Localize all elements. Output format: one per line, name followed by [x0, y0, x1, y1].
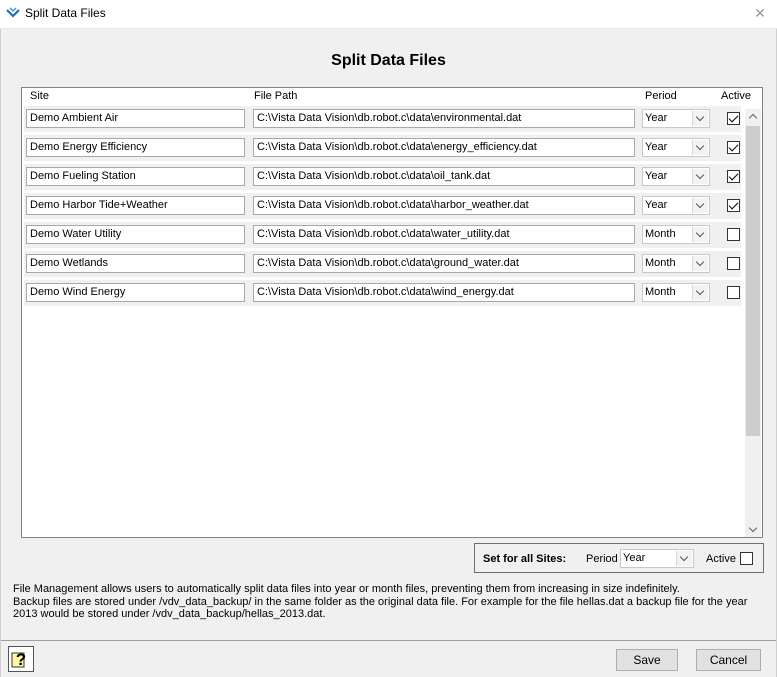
chevron-down-icon[interactable]	[692, 198, 708, 213]
set-all-period-label: Period	[586, 553, 618, 565]
active-checkbox[interactable]	[727, 170, 740, 183]
period-select[interactable]: Month	[642, 225, 710, 244]
site-name-field[interactable]: Demo Fueling Station	[26, 167, 245, 186]
period-select[interactable]: Month	[642, 283, 710, 302]
chevron-down-icon[interactable]	[676, 551, 692, 566]
info-line: File Management allows users to automati…	[13, 583, 680, 595]
site-name-field[interactable]: Demo Wetlands	[26, 254, 245, 273]
column-header-file-path: File Path	[254, 90, 298, 102]
table-row: Demo Harbor Tide+Weather C:\Vista Data Vi…	[24, 193, 741, 219]
file-path-field[interactable]: C:\Vista Data Vision\db.robot.c\data\gro…	[253, 254, 635, 273]
site-name-field[interactable]: Demo Wind Energy	[26, 283, 245, 302]
vertical-scrollbar[interactable]	[745, 109, 761, 537]
site-name-field[interactable]: Demo Harbor Tide+Weather	[26, 196, 245, 215]
scroll-down-icon[interactable]	[745, 521, 761, 537]
file-path-field[interactable]: C:\Vista Data Vision\db.robot.c\data\har…	[253, 196, 635, 215]
set-all-period-value: Year	[623, 552, 646, 564]
check-icon	[728, 170, 739, 181]
chevron-down-icon[interactable]	[692, 285, 708, 300]
file-path-field[interactable]: C:\Vista Data Vision\db.robot.c\data\wat…	[253, 225, 635, 244]
file-path-field[interactable]: C:\Vista Data Vision\db.robot.c\data\win…	[253, 283, 635, 302]
check-icon	[728, 199, 739, 210]
set-all-active-checkbox[interactable]	[740, 552, 753, 565]
site-name-field[interactable]: Demo Energy Efficiency	[26, 138, 245, 157]
period-value: Year	[645, 112, 668, 124]
vista-data-vision-icon	[6, 7, 20, 18]
file-path-field[interactable]: C:\Vista Data Vision\db.robot.c\data\oil…	[253, 167, 635, 186]
table-row: Demo Ambient Air C:\Vista Data Vision\db.…	[24, 106, 741, 132]
active-checkbox[interactable]	[727, 286, 740, 299]
table-row: Demo Wetlands C:\Vista Data Vision\db.rob…	[24, 251, 741, 277]
set-all-active-label: Active	[706, 553, 736, 565]
footer-divider	[1, 640, 776, 641]
info-text: File Management allows users to automati…	[13, 583, 763, 621]
period-select[interactable]: Year	[642, 196, 710, 215]
page-title: Split Data Files	[331, 52, 446, 69]
info-line: Backup files are stored under /vdv_data_…	[13, 595, 748, 621]
period-select[interactable]: Year	[642, 109, 710, 128]
help-question-icon[interactable]: ?	[8, 646, 34, 672]
period-value: Year	[645, 141, 668, 153]
table-row: Demo Energy Efficiency C:\Vista Data Visi…	[24, 135, 741, 161]
file-path-field[interactable]: C:\Vista Data Vision\db.robot.c\data\ene…	[253, 138, 635, 157]
period-value: Month	[645, 257, 676, 269]
chevron-down-icon[interactable]	[692, 227, 708, 242]
window-border-left	[0, 29, 1, 677]
column-header-site: Site	[30, 90, 49, 102]
active-checkbox[interactable]	[727, 257, 740, 270]
chevron-down-icon[interactable]	[692, 256, 708, 271]
check-icon	[728, 112, 739, 123]
active-checkbox[interactable]	[727, 228, 740, 241]
table-row: Demo Fueling Station C:\Vista Data Vision…	[24, 164, 741, 190]
window-title: Split Data Files	[25, 6, 106, 20]
table-row: Demo Wind Energy C:\Vista Data Vision\db.…	[24, 280, 741, 306]
period-select[interactable]: Month	[642, 254, 710, 273]
table-row: Demo Water Utility C:\Vista Data Vision\d…	[24, 222, 741, 248]
period-value: Month	[645, 228, 676, 240]
column-header-active: Active	[721, 90, 751, 102]
file-path-field[interactable]: C:\Vista Data Vision\db.robot.c\data\env…	[253, 109, 635, 128]
active-checkbox[interactable]	[727, 199, 740, 212]
set-all-sites-panel: Set for all Sites: Period Year Active	[474, 543, 764, 573]
period-value: Year	[645, 170, 668, 182]
title-bar: Split Data Files ✕	[0, 0, 777, 28]
site-name-field[interactable]: Demo Ambient Air	[26, 109, 245, 128]
active-checkbox[interactable]	[727, 141, 740, 154]
chevron-down-icon[interactable]	[692, 111, 708, 126]
period-select[interactable]: Year	[642, 167, 710, 186]
period-value: Month	[645, 286, 676, 298]
site-name-field[interactable]: Demo Water Utility	[26, 225, 245, 244]
scroll-up-icon[interactable]	[745, 109, 761, 125]
chevron-down-icon[interactable]	[692, 140, 708, 155]
column-header-period: Period	[645, 90, 677, 102]
set-all-sites-label: Set for all Sites:	[483, 553, 567, 565]
active-checkbox[interactable]	[727, 112, 740, 125]
svg-text:?: ?	[16, 650, 26, 669]
check-icon	[728, 141, 739, 152]
cancel-button[interactable]: Cancel	[696, 649, 761, 671]
close-icon[interactable]: ✕	[751, 4, 769, 22]
save-button[interactable]: Save	[616, 649, 678, 671]
set-all-period-select[interactable]: Year	[620, 549, 694, 568]
period-value: Year	[645, 199, 668, 211]
period-select[interactable]: Year	[642, 138, 710, 157]
scrollbar-thumb[interactable]	[746, 126, 760, 436]
chevron-down-icon[interactable]	[692, 169, 708, 184]
